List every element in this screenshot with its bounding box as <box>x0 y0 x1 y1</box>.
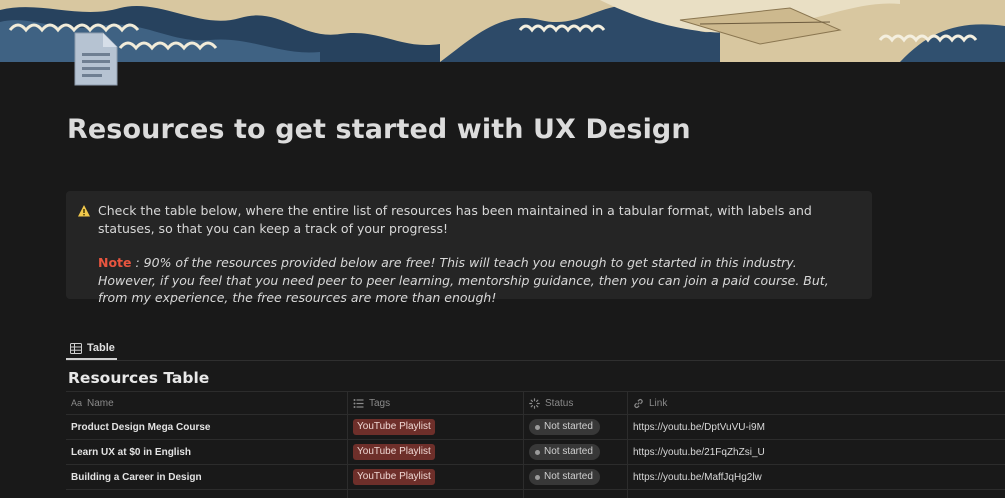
status-badge: Not started <box>529 419 600 435</box>
column-header-link[interactable]: Link <box>628 392 1005 414</box>
column-header-label: Tags <box>369 397 391 409</box>
table-row[interactable]: Building a Career in Design YouTube Play… <box>66 464 1005 489</box>
status-badge: Not started <box>529 469 600 485</box>
tag-badge: YouTube Playlist <box>353 444 435 460</box>
row-link[interactable]: https://youtu.be/MaffJqHg2lw <box>628 465 1005 489</box>
row-name[interactable] <box>66 490 348 498</box>
tab-divider <box>66 360 1005 361</box>
column-header-status[interactable]: Status <box>524 392 628 414</box>
table-row[interactable] <box>66 489 1005 498</box>
cover-image <box>0 0 1005 62</box>
row-name[interactable]: Learn UX at $0 in English <box>66 440 348 464</box>
row-tags[interactable]: YouTube Playlist <box>348 465 524 489</box>
row-tags[interactable]: YouTube Playlist <box>348 440 524 464</box>
row-status[interactable]: Not started <box>524 465 628 489</box>
status-label: Not started <box>544 471 593 482</box>
status-icon <box>529 397 540 409</box>
status-dot-icon <box>535 474 540 480</box>
table-header-row: Aa Name Tags Status Link <box>66 391 1005 414</box>
row-link[interactable]: https://youtu.be/21FqZhZsi_U <box>628 440 1005 464</box>
row-status[interactable]: Not started <box>524 415 628 439</box>
row-status[interactable]: Not started <box>524 440 628 464</box>
row-name[interactable]: Product Design Mega Course <box>66 415 348 439</box>
status-label: Not started <box>544 446 593 457</box>
warning-icon <box>77 204 91 218</box>
column-header-label: Status <box>545 397 574 409</box>
tab-table-view[interactable]: Table <box>66 338 117 360</box>
page-title: Resources to get started with UX Design <box>67 114 691 145</box>
row-tags[interactable]: YouTube Playlist <box>348 415 524 439</box>
page-document-icon[interactable] <box>71 31 119 87</box>
column-header-label: Link <box>649 397 668 409</box>
row-name[interactable]: Building a Career in Design <box>66 465 348 489</box>
list-icon <box>353 398 364 409</box>
row-tags[interactable] <box>348 490 524 498</box>
note-label: Note <box>98 255 132 270</box>
row-status[interactable] <box>524 490 628 498</box>
wave-artwork <box>0 0 1005 62</box>
tab-label: Table <box>87 342 115 354</box>
callout-block: Check the table below, where the entire … <box>66 191 872 305</box>
database-title[interactable]: Resources Table <box>68 369 209 387</box>
link-icon <box>633 398 644 409</box>
column-header-tags[interactable]: Tags <box>348 392 524 414</box>
column-header-name[interactable]: Aa Name <box>66 392 348 414</box>
callout-note: Note : 90% of the resources provided bel… <box>98 254 858 307</box>
resources-table: Aa Name Tags Status Link Product Design … <box>66 391 1005 498</box>
row-link[interactable]: https://youtu.be/DptVuVU-i9M <box>628 415 1005 439</box>
status-badge: Not started <box>529 444 600 460</box>
note-body: : 90% of the resources provided below ar… <box>98 255 829 305</box>
callout-text: Check the table below, where the entire … <box>98 202 858 307</box>
table-icon <box>70 342 82 354</box>
tag-badge: YouTube Playlist <box>353 419 435 435</box>
column-header-label: Name <box>87 397 114 409</box>
callout-paragraph: Check the table below, where the entire … <box>98 203 812 236</box>
status-label: Not started <box>544 421 593 432</box>
row-link[interactable] <box>628 490 1005 498</box>
status-dot-icon <box>535 449 540 455</box>
text-type-icon: Aa <box>71 398 83 408</box>
status-dot-icon <box>535 424 540 430</box>
tag-badge: YouTube Playlist <box>353 469 435 485</box>
table-row[interactable]: Learn UX at $0 in English YouTube Playli… <box>66 439 1005 464</box>
table-row[interactable]: Product Design Mega Course YouTube Playl… <box>66 414 1005 439</box>
